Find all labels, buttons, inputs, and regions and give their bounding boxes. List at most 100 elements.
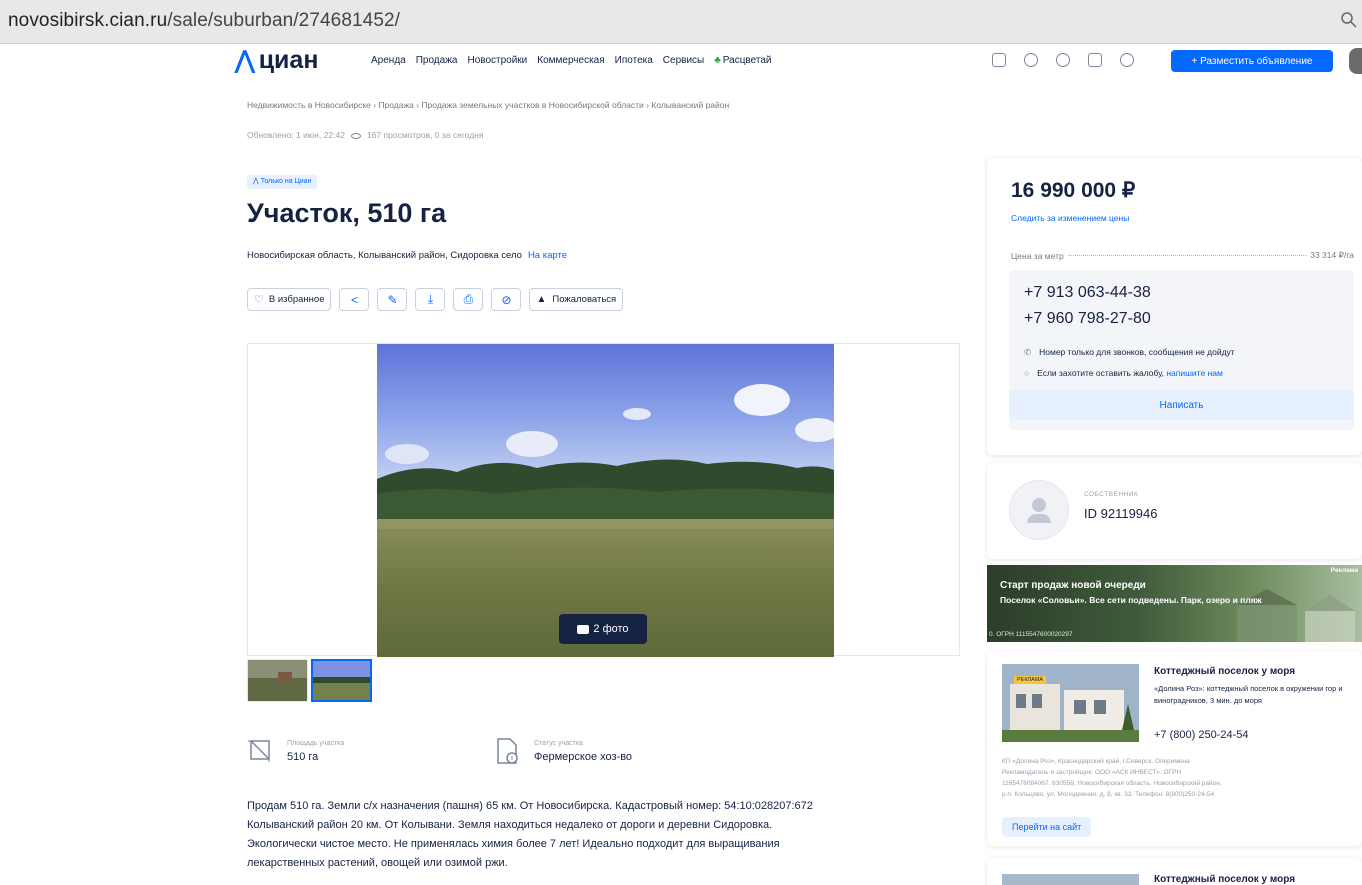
listing-address: Новосибирская область, Колыванский район… <box>247 250 567 261</box>
report-label: Пожаловаться <box>552 294 617 305</box>
nav-item-rent[interactable]: Аренда <box>371 55 406 66</box>
complaint-text: Если захотите оставить жалобу, <box>1037 368 1164 378</box>
banner-legal: 0. ОГРН 1115547600020297 <box>989 631 1073 638</box>
nav-item-rastsvetay[interactable]: ♣ Расцветай <box>714 55 771 66</box>
breadcrumb[interactable]: Недвижимость в Новосибирске › Продажа › … <box>247 100 729 110</box>
nav-item-services[interactable]: Сервисы <box>663 55 704 66</box>
go-to-site-button[interactable]: Перейти на сайт <box>1002 817 1092 837</box>
share-icon: < <box>350 292 358 307</box>
per-metre-label: Цена за метр <box>1011 250 1064 261</box>
ad-tag: РЕКЛАМА <box>1014 676 1047 684</box>
calls-only-text: Номер только для звонков, сообщения не д… <box>1039 347 1235 357</box>
only-on-cian-badge: ⋀ Только на Циан <box>247 175 318 189</box>
warning-icon: ▲ <box>536 294 547 305</box>
print-icon: ⎙ <box>463 292 474 306</box>
post-ad-button[interactable]: + Разместить объявление <box>1171 50 1333 72</box>
badge-arrow-icon: ⋀ <box>253 178 261 185</box>
banner-title: Старт продаж новой очереди <box>1000 580 1146 591</box>
banner-ad-label: Реклама <box>1330 567 1358 574</box>
ad-2-image <box>1002 874 1139 885</box>
ad-card-2[interactable]: Коттеджный поселок у моря <box>987 858 1362 885</box>
download-icon: ⤓ <box>427 292 434 306</box>
listing-actions: ♡ В избранное < ✎ ⤓ ⎙ ⊘ ▲ Пожаловаться <box>247 288 624 311</box>
contact-phones: +7 913 063-44-38 +7 960 798-27-80 ✆ Номер… <box>1009 270 1354 430</box>
track-price-link[interactable]: Следить за изменением цены <box>1011 213 1129 223</box>
param-status-value: Фермерское хоз-во <box>534 751 633 763</box>
ad-banner[interactable]: Реклама Старт продаж новой очереди Посел… <box>987 565 1362 642</box>
phone-number-2[interactable]: +7 960 798-27-80 <box>1024 310 1151 328</box>
owner-avatar-icon[interactable] <box>1009 480 1069 540</box>
nav-item-new-buildings[interactable]: Новостройки <box>467 55 527 66</box>
download-button[interactable]: ⤓ <box>415 288 446 311</box>
param-status: Статус участка Фермерское хоз-во <box>494 737 632 765</box>
owner-type: СОБСТВЕННИК <box>1084 491 1139 498</box>
description-line: Экологически чистое место. Не применялас… <box>247 838 780 850</box>
ad-text: «Долина Роз»: коттеджный поселок в окруж… <box>1154 684 1343 705</box>
nav-item-sale[interactable]: Продажа <box>416 55 458 66</box>
notifications-bell-icon[interactable] <box>1120 53 1134 67</box>
owner-id[interactable]: ID 92119946 <box>1084 506 1158 521</box>
user-avatar[interactable] <box>1349 48 1362 74</box>
calls-only-note: ✆ Номер только для звонков, сообщения не … <box>1024 347 1235 358</box>
thumbnail-1-image <box>248 660 307 701</box>
param-area-label: Площадь участка <box>287 740 345 747</box>
header-icons <box>992 53 1134 67</box>
price-per-metre: Цена за метр 33 314 ₽/га <box>1011 250 1354 261</box>
photo-count-label: 2 фото <box>593 623 629 635</box>
nav-item-commercial[interactable]: Коммерческая <box>537 55 604 66</box>
ad-house-image: РЕКЛАМА <box>1002 664 1139 742</box>
map-link[interactable]: На карте <box>528 250 567 261</box>
thumbnail-2[interactable] <box>311 659 372 702</box>
thumbnail-1[interactable] <box>247 659 308 702</box>
share-button[interactable]: < <box>339 288 370 311</box>
chat-icon[interactable] <box>1024 53 1038 67</box>
site-header: ⋀ циан Аренда Продажа Новостройки Коммерч… <box>0 44 1362 80</box>
main-photo[interactable] <box>377 344 834 657</box>
photo-thumbnails <box>247 659 372 702</box>
ad-legal-line: 1165476084067. 630559, Новосибирская обл… <box>1002 780 1222 787</box>
zoom-icon[interactable] <box>1340 11 1358 29</box>
url-text[interactable]: novosibirsk.cian.ru/sale/suburban/274681… <box>8 10 400 32</box>
nav-item-mortgage[interactable]: Ипотека <box>615 55 653 66</box>
phone-handset-icon: ✆ <box>1024 347 1032 357</box>
ad-title[interactable]: Коттеджный поселок у моря <box>1154 666 1295 677</box>
logo-text: циан <box>258 46 319 74</box>
add-to-favorites-button[interactable]: ♡ В избранное <box>247 288 332 311</box>
report-button[interactable]: ▲ Пожаловаться <box>529 288 624 311</box>
main-nav: Аренда Продажа Новостройки Коммерческая … <box>371 55 771 66</box>
browser-address-bar[interactable]: novosibirsk.cian.ru/sale/suburban/274681… <box>0 0 1362 44</box>
write-message-button[interactable]: Написать <box>1009 390 1354 420</box>
ad-2-title[interactable]: Коттеджный поселок у моря <box>1154 874 1295 885</box>
url-host: novosibirsk.cian.ru <box>8 10 168 31</box>
param-status-label: Статус участка <box>534 740 583 747</box>
ad-card[interactable]: РЕКЛАМА Коттеджный поселок у моря «Долин… <box>987 651 1362 846</box>
photo-count-button[interactable]: 2 фото <box>559 614 647 644</box>
ad-legal-line: р.п. Кольцово, ул. Молодежная, д. 8, кв.… <box>1002 791 1215 798</box>
phone-number-1[interactable]: +7 913 063-44-38 <box>1024 284 1151 302</box>
photo-gallery[interactable] <box>247 343 960 657</box>
saved-search-icon[interactable] <box>1088 53 1102 67</box>
heart-icon: ♡ <box>254 294 264 306</box>
ad-legal-line: Рекламодатель и застройщик: ООО «АСК ИНВ… <box>1002 769 1182 776</box>
thumbnail-2-image <box>313 661 370 700</box>
favorites-label: В избранное <box>268 294 325 305</box>
param-area-value: 510 га <box>287 751 319 763</box>
cian-logo[interactable]: ⋀ циан <box>235 46 318 75</box>
ad-phone[interactable]: +7 (800) 250-24-54 <box>1154 729 1248 741</box>
param-area: Площадь участка 510 га <box>247 737 344 763</box>
write-us-link[interactable]: напишите нам <box>1166 368 1223 378</box>
edit-note-button[interactable]: ✎ <box>377 288 408 311</box>
plant-icon: ♣ <box>714 55 721 66</box>
hide-listing-button[interactable]: ⊘ <box>491 288 522 311</box>
compare-icon[interactable] <box>992 53 1006 67</box>
nav-special-label: Расцветай <box>722 55 772 66</box>
banner-subtitle: Поселок «Соловьи». Все сети подведены. П… <box>1000 595 1262 605</box>
avatar-head <box>1032 498 1046 512</box>
print-button[interactable]: ⎙ <box>453 288 484 311</box>
avatar-body <box>1027 514 1051 523</box>
favorites-heart-icon[interactable] <box>1056 53 1070 67</box>
owner-card: СОБСТВЕННИК ID 92119946 <box>987 463 1362 559</box>
description-line: лекарственных растений, овощей или озимо… <box>247 857 508 869</box>
price-card: 16 990 000 ₽ Следить за изменением цены … <box>987 158 1362 455</box>
dotted-leader <box>1067 255 1307 256</box>
